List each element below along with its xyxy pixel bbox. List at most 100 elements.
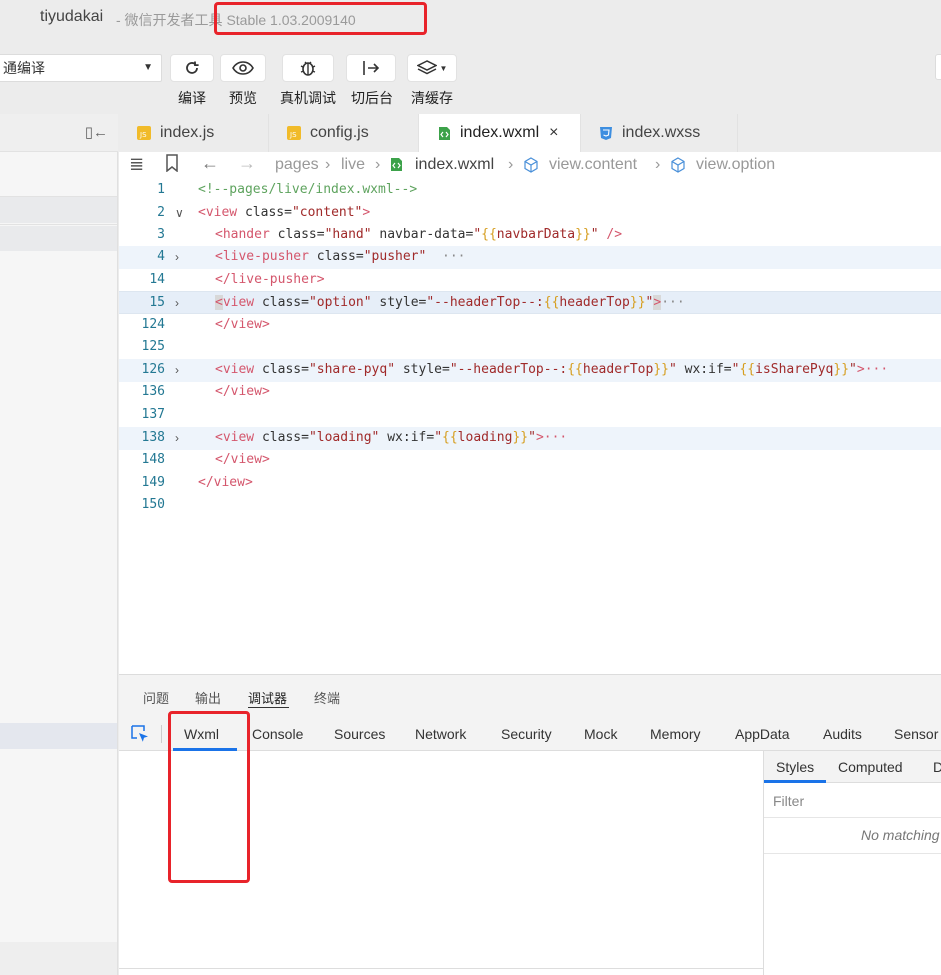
outline-icon[interactable]: ≣ [129,154,144,175]
wxml-file-icon [437,126,451,141]
code-text: <live-pusher class="pusher" ··· [215,249,466,264]
close-icon[interactable]: × [549,124,558,142]
compile-mode-value: 通编译 [3,60,45,76]
tab-styles[interactable]: Styles [776,759,814,775]
tab-appdata[interactable]: AppData [735,726,789,742]
tab-sources[interactable]: Sources [334,726,385,742]
back-arrow-icon[interactable]: ← [201,153,219,174]
tab-audits[interactable]: Audits [823,726,862,742]
tab-dom-breakpoints[interactable]: D [933,759,941,775]
line-number: 14 [149,272,165,287]
tab-security[interactable]: Security [501,726,552,742]
tab-memory[interactable]: Memory [650,726,701,742]
chevron-right-icon: › [325,156,331,173]
tab-index-wxml[interactable]: index.wxml × [419,114,581,152]
line-number: 4 [157,249,165,264]
caret-down-icon: ▼ [439,63,448,73]
code-line[interactable]: 149 </view> [119,472,941,495]
file-explorer-sidebar: ▯← [0,114,118,975]
line-number: 149 [141,475,165,490]
code-line[interactable]: 3 <hander class="hand" navbar-data="{{na… [119,224,941,247]
preview-button[interactable] [220,54,266,82]
code-editor[interactable]: ≣ ← → pages › live › index.wxml › view.c… [119,152,941,674]
code-line[interactable]: 150 [119,494,941,517]
line-number: 137 [141,407,165,422]
tab-mock[interactable]: Mock [584,726,617,742]
sidebar-divider [0,224,117,225]
fold-open-icon[interactable]: ∨ [175,202,184,224]
breadcrumb-item[interactable]: index.wxml [415,156,494,174]
line-number: 126 [141,362,165,377]
fold-closed-icon[interactable]: › [175,292,179,314]
breadcrumb-item[interactable]: live [341,156,365,174]
js-file-icon: JS [287,126,301,141]
remote-debug-button[interactable] [282,54,334,82]
tab-label: index.wxss [622,124,701,141]
line-number: 136 [141,384,165,399]
compile-mode-select[interactable]: 通编译 ▼ [0,54,162,82]
fold-closed-icon[interactable]: › [175,427,179,449]
tab-debugger[interactable]: 调试器 [248,688,287,707]
line-number: 124 [141,317,165,332]
code-line[interactable]: 1 <!--pages/live/index.wxml--> [119,179,941,202]
code-line[interactable]: 125 [119,336,941,359]
tab-network[interactable]: Network [415,726,466,742]
toolbar-overflow-button[interactable] [935,54,941,80]
eye-icon [232,61,254,75]
collapse-sidebar-icon[interactable]: ▯← [85,123,108,141]
code-line[interactable]: 14 </live-pusher> [119,269,941,292]
code-line[interactable]: 126 › <view class="share-pyq" style="--h… [119,359,941,382]
code-line-current[interactable]: 15 › <view class="option" style="--heade… [119,291,941,314]
code-text: <view class="loading" wx:if="{{loading}}… [215,430,568,445]
line-number: 138 [141,430,165,445]
switch-background-label: 切后台 [351,90,393,106]
forward-arrow-icon[interactable]: → [238,153,256,174]
styles-divider [764,853,941,854]
tab-sensor[interactable]: Sensor [894,726,938,742]
preview-label: 预览 [229,90,257,106]
code-line[interactable]: 138 › <view class="loading" wx:if="{{loa… [119,427,941,450]
breadcrumb-item[interactable]: view.content [549,156,637,174]
compile-button[interactable] [170,54,214,82]
tab-index-js[interactable]: JS index.js [119,114,269,152]
chevron-right-icon: › [508,156,514,173]
sidebar-row[interactable] [0,197,117,223]
fold-closed-icon[interactable]: › [175,359,179,381]
devtools-window: tiyudakai - 微信开发者工具 Stable 1.03.2009140 … [0,0,941,975]
active-tab-indicator [764,780,826,783]
inspect-element-icon[interactable] [131,725,149,748]
tab-computed[interactable]: Computed [838,759,903,775]
code-line[interactable]: 124 </view> [119,314,941,337]
code-line[interactable]: 2 ∨ <view class="content"> [119,202,941,225]
breadcrumb-item[interactable]: pages [275,156,319,174]
fold-closed-icon[interactable]: › [175,246,179,268]
clear-cache-button[interactable]: ▼ [407,54,457,82]
breadcrumb-item[interactable]: view.option [696,156,775,174]
cube-icon [670,157,686,178]
svg-text:JS: JS [289,131,297,139]
switch-background-button[interactable] [346,54,396,82]
code-text: </view> [215,317,270,332]
code-text: </view> [198,475,253,490]
caret-down-icon: ▼ [143,62,153,73]
debug-panel: 问题 输出 调试器 终端 Wxml Console Sources Networ… [119,674,941,975]
js-file-icon: JS [137,126,151,141]
tab-index-wxss[interactable]: index.wxss [581,114,738,152]
code-text: <view class="content"> [198,205,371,220]
bookmark-icon[interactable] [165,154,179,177]
code-line[interactable]: 148 </view> [119,449,941,472]
tab-console[interactable]: Console [252,726,303,742]
styles-filter-input[interactable]: Filter [764,784,941,818]
code-line[interactable]: 4 › <live-pusher class="pusher" ··· [119,246,941,269]
tab-config-js[interactable]: JS config.js [269,114,419,152]
cube-icon [523,157,539,178]
tab-output[interactable]: 输出 [195,688,221,707]
sidebar-row[interactable] [0,226,117,251]
code-line[interactable]: 137 [119,404,941,427]
tab-problems[interactable]: 问题 [143,688,169,707]
sidebar-row-selected[interactable] [0,723,117,749]
code-text: <view class="option" style="--headerTop-… [215,295,685,310]
tab-terminal[interactable]: 终端 [314,688,340,707]
code-line[interactable]: 136 </view> [119,381,941,404]
styles-pane: Styles Computed D Filter No matching [763,751,941,975]
